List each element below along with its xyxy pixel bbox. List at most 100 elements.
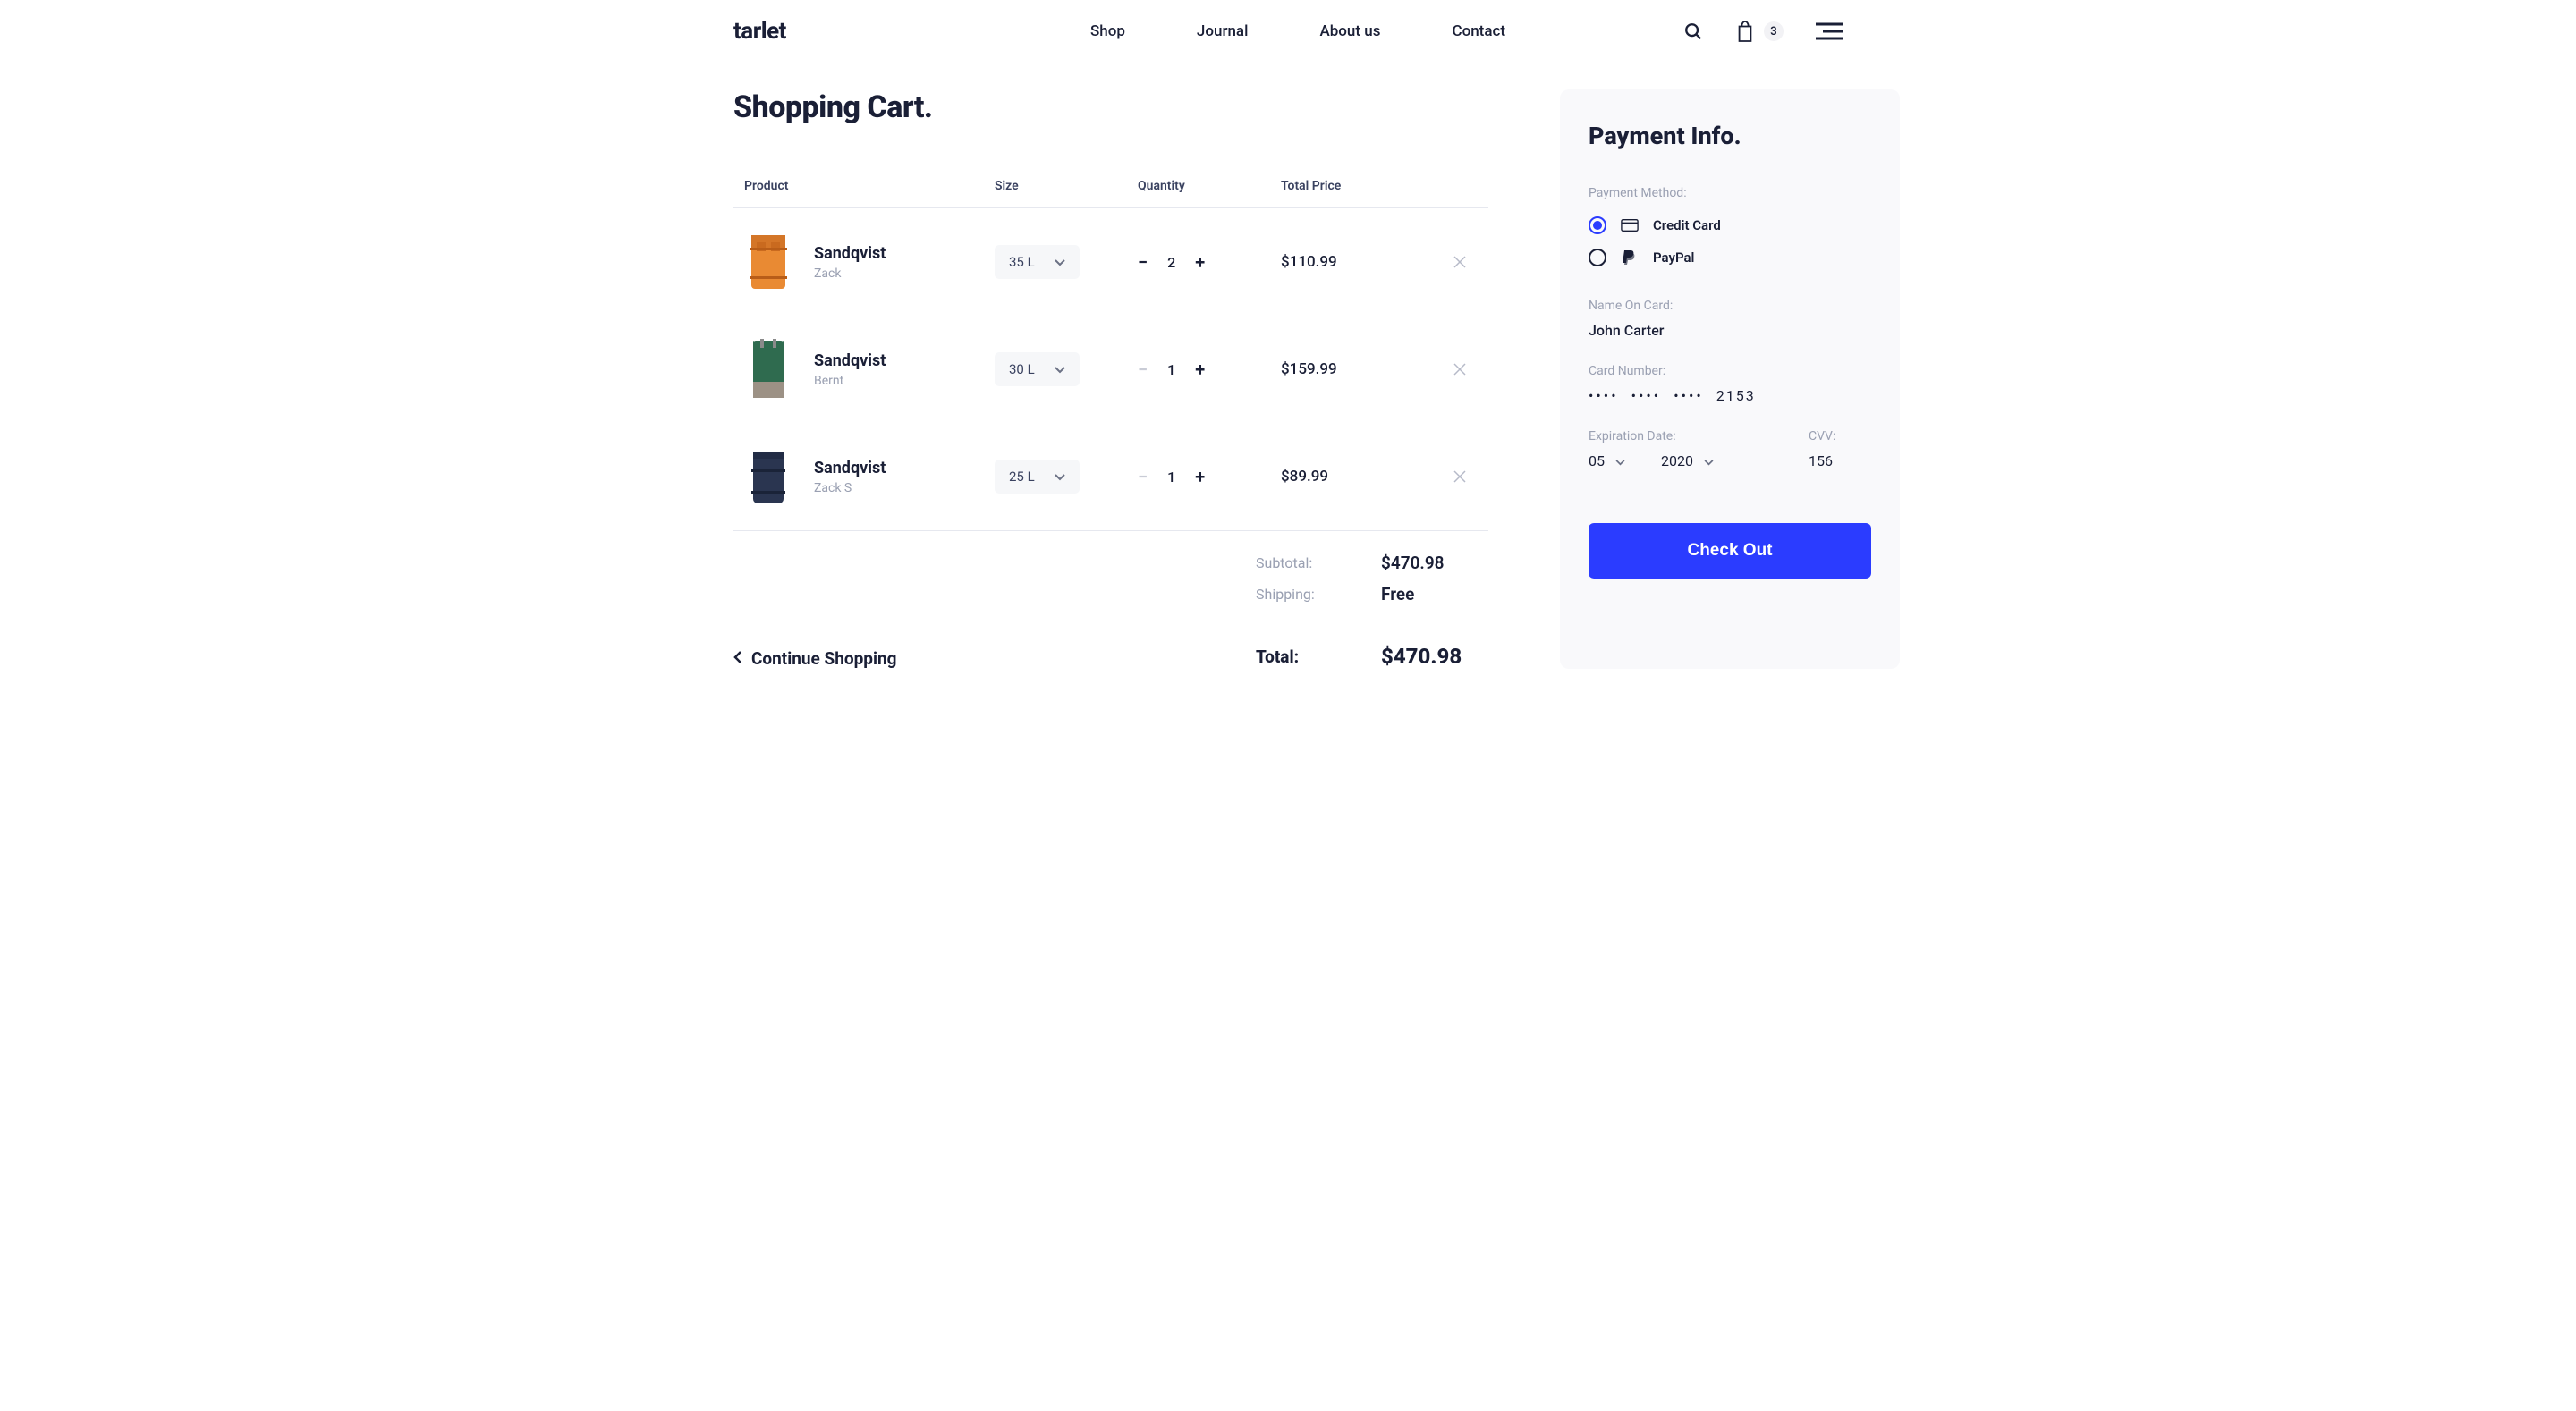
product-model: Zack: [814, 266, 886, 281]
nav-link-journal[interactable]: Journal: [1197, 22, 1249, 40]
qty-value: 1: [1167, 361, 1175, 378]
chevron-down-icon: [1055, 469, 1065, 485]
credit-card-icon: [1621, 218, 1639, 232]
page-title: Shopping Cart.: [733, 89, 1488, 125]
cart-rows: Sandqvist Zack 35 L − 2 +: [733, 208, 1488, 531]
search-icon[interactable]: [1683, 21, 1703, 41]
main-content: Shopping Cart. Product Size Quantity Tot…: [662, 54, 1914, 722]
payment-method-credit-card[interactable]: Credit Card: [1589, 209, 1871, 241]
remove-item-button[interactable]: [1442, 469, 1478, 484]
header: tarlet Shop Journal About us Contact 3: [662, 0, 1914, 54]
card-mask-group: ••••: [1589, 387, 1619, 404]
exp-cvv-row: Expiration Date: 05 2020 CVV: 156: [1589, 429, 1871, 469]
name-on-card-block: Name On Card: John Carter: [1589, 299, 1871, 339]
chevron-down-icon: [1615, 452, 1625, 469]
product-model: Bernt: [814, 374, 886, 388]
product-brand: Sandqvist: [814, 351, 886, 370]
menu-icon[interactable]: [1816, 22, 1843, 40]
expiration-block: Expiration Date: 05 2020: [1589, 429, 1764, 469]
exp-year-select[interactable]: 2020: [1661, 452, 1714, 469]
quantity-stepper: − 2 +: [1138, 251, 1281, 273]
payment-method-label: Payment Method:: [1589, 186, 1871, 200]
table-row: Sandqvist Zack S 25 L − 1 +: [733, 423, 1488, 530]
cart-summary: Continue Shopping Subtotal: $470.98 Ship…: [733, 553, 1488, 669]
card-number-input[interactable]: •••• •••• •••• 2153: [1589, 387, 1871, 404]
size-value: 30 L: [1009, 361, 1035, 377]
product-brand: Sandqvist: [814, 459, 886, 477]
qty-increase-button[interactable]: +: [1195, 466, 1205, 487]
remove-item-button[interactable]: [1442, 362, 1478, 376]
nav-link-contact[interactable]: Contact: [1452, 22, 1505, 40]
name-on-card-input[interactable]: John Carter: [1589, 322, 1871, 339]
remove-item-button[interactable]: [1442, 255, 1478, 269]
size-value: 35 L: [1009, 254, 1035, 270]
qty-value: 2: [1167, 254, 1175, 271]
size-select[interactable]: 35 L: [995, 245, 1080, 279]
line-total: $110.99: [1281, 253, 1442, 271]
table-row: Sandqvist Zack 35 L − 2 +: [733, 208, 1488, 316]
shipping-value: Free: [1381, 584, 1488, 604]
cart-table-header: Product Size Quantity Total Price: [733, 170, 1488, 208]
card-last4: 2153: [1716, 387, 1756, 404]
size-value: 25 L: [1009, 469, 1035, 485]
col-quantity: Quantity: [1138, 179, 1281, 193]
subtotal-label: Subtotal:: [1256, 554, 1381, 571]
payment-panel: Payment Info. Payment Method: Credit Car…: [1560, 89, 1900, 669]
exp-month-value: 05: [1589, 452, 1605, 469]
main-nav: Shop Journal About us Contact: [1090, 22, 1683, 40]
qty-decrease-button[interactable]: −: [1138, 359, 1148, 380]
cart-section: Shopping Cart. Product Size Quantity Tot…: [733, 89, 1488, 669]
continue-shopping-link[interactable]: Continue Shopping: [733, 648, 897, 669]
product-cell: Sandqvist Bernt: [744, 337, 995, 401]
chevron-down-icon: [1055, 254, 1065, 270]
payment-method-paypal[interactable]: PayPal: [1589, 241, 1871, 274]
chevron-down-icon: [1055, 361, 1065, 377]
col-total: Total Price: [1281, 179, 1442, 193]
continue-shopping-label: Continue Shopping: [751, 648, 897, 669]
exp-month-select[interactable]: 05: [1589, 452, 1625, 469]
product-model: Zack S: [814, 481, 886, 495]
card-number-label: Card Number:: [1589, 364, 1871, 378]
checkout-button[interactable]: Check Out: [1589, 523, 1871, 579]
nav-link-shop[interactable]: Shop: [1090, 22, 1125, 40]
size-select[interactable]: 30 L: [995, 352, 1080, 386]
size-select[interactable]: 25 L: [995, 460, 1080, 494]
col-product: Product: [744, 179, 995, 193]
payment-method-block: Payment Method: Credit Card PayPal: [1589, 186, 1871, 274]
card-mask-group: ••••: [1674, 387, 1704, 404]
cart-button[interactable]: 3: [1735, 20, 1784, 43]
col-size: Size: [995, 179, 1138, 193]
shopping-bag-icon: [1735, 20, 1755, 43]
cvv-block: CVV: 156: [1809, 429, 1871, 469]
cvv-input[interactable]: 156: [1809, 452, 1871, 469]
chevron-down-icon: [1704, 452, 1714, 469]
quantity-stepper: − 1 +: [1138, 466, 1281, 487]
qty-increase-button[interactable]: +: [1195, 251, 1205, 273]
product-thumbnail: [744, 337, 792, 401]
name-on-card-label: Name On Card:: [1589, 299, 1871, 313]
paypal-icon: [1621, 249, 1639, 266]
total-label: Total:: [1256, 646, 1381, 667]
radio-selected-icon: [1589, 216, 1606, 234]
cart-table: Product Size Quantity Total Price Sandqv…: [733, 170, 1488, 531]
qty-decrease-button[interactable]: −: [1138, 466, 1148, 487]
shipping-label: Shipping:: [1256, 586, 1381, 603]
product-cell: Sandqvist Zack: [744, 230, 995, 294]
quantity-stepper: − 1 +: [1138, 359, 1281, 380]
line-total: $159.99: [1281, 360, 1442, 378]
expiration-label: Expiration Date:: [1589, 429, 1764, 444]
product-brand: Sandqvist: [814, 244, 886, 263]
exp-year-value: 2020: [1661, 452, 1693, 469]
payment-title: Payment Info.: [1589, 122, 1871, 150]
chevron-left-icon: [733, 648, 742, 669]
product-thumbnail: [744, 230, 792, 294]
card-mask-group: ••••: [1631, 387, 1662, 404]
line-total: $89.99: [1281, 468, 1442, 486]
nav-link-about[interactable]: About us: [1319, 22, 1380, 40]
qty-increase-button[interactable]: +: [1195, 359, 1205, 380]
qty-decrease-button[interactable]: −: [1138, 251, 1148, 273]
brand-logo[interactable]: tarlet: [733, 18, 786, 45]
card-number-block: Card Number: •••• •••• •••• 2153: [1589, 364, 1871, 404]
cart-count-badge: 3: [1764, 21, 1784, 41]
totals-block: Subtotal: $470.98 Shipping: Free Total: …: [1256, 553, 1488, 669]
